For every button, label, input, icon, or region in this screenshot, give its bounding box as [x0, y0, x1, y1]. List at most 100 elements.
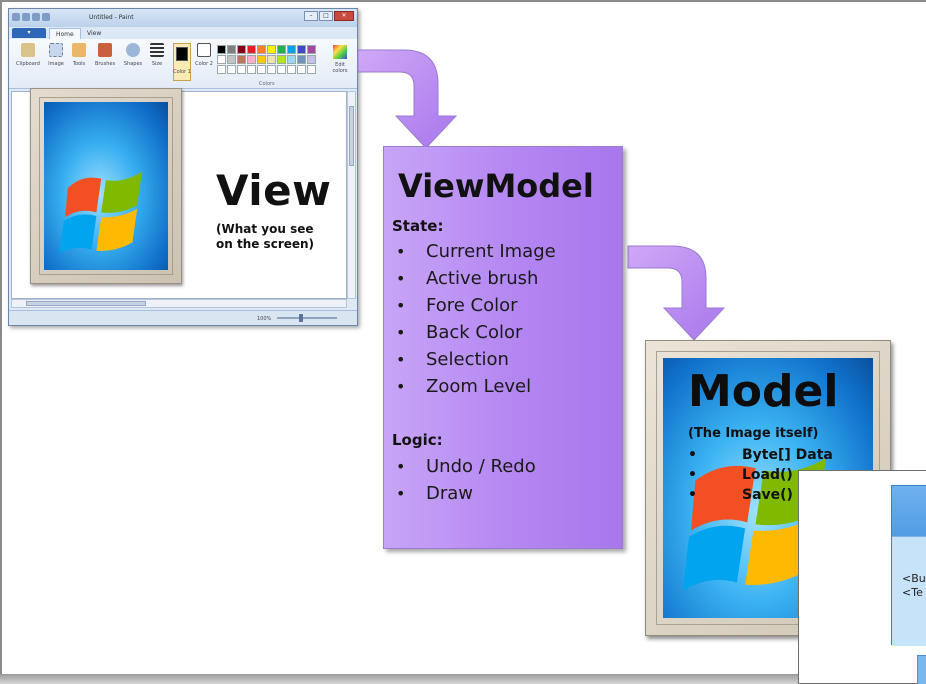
- palette-swatch[interactable]: [267, 65, 276, 74]
- paint-menu-button[interactable]: ▾: [12, 28, 46, 38]
- color2-selector[interactable]: Color 2: [195, 43, 213, 81]
- clipboard-icon: [21, 43, 35, 57]
- framed-windows-picture: [30, 88, 182, 284]
- redo-icon[interactable]: [42, 13, 50, 21]
- clipboard-label: Clipboard: [16, 61, 40, 67]
- vertical-scrollbar[interactable]: [347, 91, 356, 299]
- image-label: Image: [48, 61, 64, 67]
- list-item: Selection: [392, 349, 556, 376]
- model-title: Model: [688, 366, 839, 417]
- palette-swatch[interactable]: [287, 55, 296, 64]
- palette-swatch[interactable]: [237, 45, 246, 54]
- color-wheel-icon: [333, 45, 347, 59]
- palette-swatch[interactable]: [307, 65, 316, 74]
- palette-swatch[interactable]: [237, 55, 246, 64]
- palette-swatch[interactable]: [267, 55, 276, 64]
- palette-swatch[interactable]: [257, 45, 266, 54]
- undo-icon[interactable]: [32, 13, 40, 21]
- tab-view[interactable]: View: [81, 28, 107, 39]
- model-subtitle: (The Image itself): [688, 426, 819, 441]
- colors-group-caption: Colors: [259, 81, 275, 87]
- palette-swatch[interactable]: [247, 45, 256, 54]
- palette-swatch[interactable]: [257, 55, 266, 64]
- brushes-label: Brushes: [94, 61, 116, 67]
- shapes-icon: [126, 43, 140, 57]
- edit-colors-button[interactable]: Edit colors: [329, 45, 351, 75]
- logic-heading: Logic:: [392, 431, 443, 449]
- palette-swatch[interactable]: [277, 65, 286, 74]
- brushes-group[interactable]: Brushes: [91, 43, 119, 81]
- horizontal-scroll-thumb[interactable]: [26, 301, 146, 306]
- color2-label: Color 2: [195, 61, 213, 67]
- palette-swatch[interactable]: [247, 55, 256, 64]
- palette-swatch[interactable]: [247, 65, 256, 74]
- close-button[interactable]: ✕: [334, 11, 354, 21]
- palette-swatch[interactable]: [297, 55, 306, 64]
- window-controls: – □ ✕: [304, 11, 354, 21]
- viewmodel-box: ViewModel State: Current Image Active br…: [383, 146, 623, 549]
- paint-app-icon[interactable]: [12, 13, 20, 21]
- palette-swatch[interactable]: [227, 65, 236, 74]
- paint-title-bar: Untitled - Paint – □ ✕: [9, 9, 357, 27]
- zoom-slider-thumb[interactable]: [299, 314, 303, 322]
- windows-logo-icon: [59, 171, 142, 254]
- arrow-viewmodel-to-model: [627, 245, 726, 341]
- select-icon: [49, 43, 63, 57]
- palette-swatch[interactable]: [217, 55, 226, 64]
- palette-swatch[interactable]: [227, 55, 236, 64]
- color1-swatch: [176, 47, 188, 61]
- palette-swatch[interactable]: [287, 65, 296, 74]
- palette-swatch[interactable]: [307, 45, 316, 54]
- view-subtitle-line2: on the screen): [216, 237, 315, 251]
- list-item: Draw: [392, 483, 536, 510]
- edit-colors-label: Edit colors: [332, 62, 348, 74]
- minimize-button[interactable]: –: [304, 11, 318, 21]
- xaml-code: <Bu <Te: [902, 572, 926, 600]
- tab-home[interactable]: Home: [49, 28, 81, 39]
- list-item: Byte[] Data: [686, 446, 833, 466]
- palette-swatch[interactable]: [237, 65, 246, 74]
- view-subtitle-line1: (What you see: [216, 222, 314, 236]
- xaml-blue-panel: [891, 485, 926, 646]
- palette-swatch[interactable]: [307, 55, 316, 64]
- palette-swatch[interactable]: [277, 45, 286, 54]
- palette-swatch[interactable]: [267, 45, 276, 54]
- ribbon: Clipboard Image Tools Brushes Shapes Siz…: [9, 39, 357, 89]
- state-list: Current Image Active brush Fore Color Ba…: [392, 241, 556, 403]
- color1-label: Color 1: [173, 69, 191, 75]
- windows-wallpaper: [44, 102, 168, 270]
- horizontal-scrollbar[interactable]: [11, 299, 347, 308]
- xaml-lower-block: [917, 655, 926, 684]
- palette-swatch[interactable]: [277, 55, 286, 64]
- shapes-group[interactable]: Shapes: [121, 43, 145, 81]
- image-group[interactable]: Image: [45, 43, 67, 81]
- palette-swatch[interactable]: [297, 45, 306, 54]
- clipboard-group[interactable]: Clipboard: [13, 43, 43, 81]
- tools-label: Tools: [72, 61, 86, 67]
- zoom-slider[interactable]: [277, 314, 337, 322]
- view-title: View: [216, 166, 332, 215]
- vertical-scroll-thumb[interactable]: [349, 106, 354, 166]
- palette-swatch[interactable]: [287, 45, 296, 54]
- status-bar: 100%: [9, 310, 357, 325]
- palette-swatch[interactable]: [217, 65, 226, 74]
- arrow-view-to-viewmodel: [357, 49, 458, 149]
- list-item: Fore Color: [392, 295, 556, 322]
- maximize-button[interactable]: □: [319, 11, 333, 21]
- quick-access-toolbar[interactable]: [12, 13, 50, 21]
- save-icon[interactable]: [22, 13, 30, 21]
- logic-list: Undo / Redo Draw: [392, 456, 536, 510]
- list-item: Undo / Redo: [392, 456, 536, 483]
- tools-group[interactable]: Tools: [69, 43, 89, 81]
- state-heading: State:: [392, 217, 444, 235]
- palette-swatch[interactable]: [297, 65, 306, 74]
- paint-window-title: Untitled - Paint: [89, 14, 134, 21]
- viewmodel-title: ViewModel: [398, 167, 594, 205]
- size-label: Size: [151, 61, 163, 67]
- size-group[interactable]: Size: [147, 43, 167, 81]
- palette-swatch[interactable]: [227, 45, 236, 54]
- palette-swatch[interactable]: [257, 65, 266, 74]
- zoom-level-text: 100%: [257, 316, 272, 322]
- color-palette[interactable]: [217, 45, 316, 74]
- palette-swatch[interactable]: [217, 45, 226, 54]
